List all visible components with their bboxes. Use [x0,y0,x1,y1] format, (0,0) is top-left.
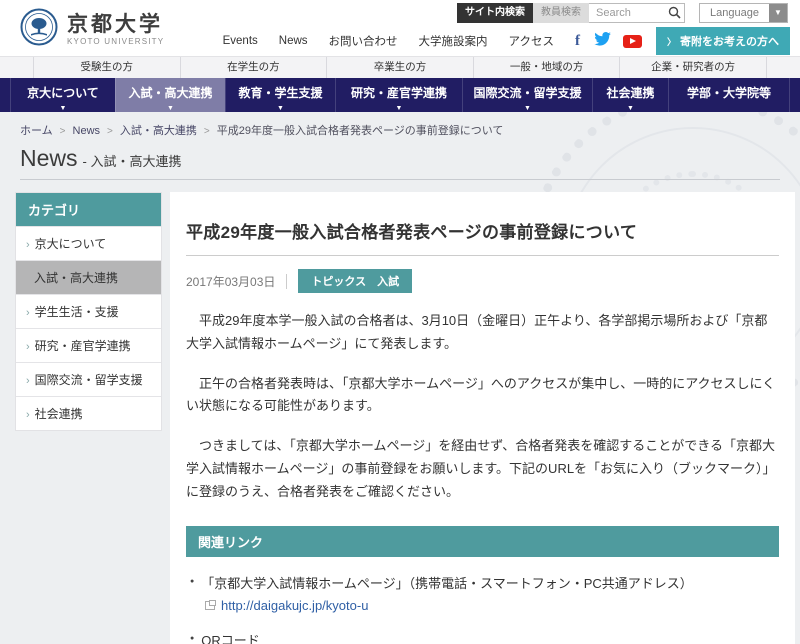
bullet-icon: ● [190,573,194,591]
audience-nav-alumni[interactable]: 卒業生の方 [326,57,473,78]
breadcrumb-home[interactable]: ホーム [20,125,53,137]
logo-en-text: KYOTO UNIVERSITY [67,37,164,46]
main-nav-admissions[interactable]: 入試・高大連携▼ [115,78,225,112]
angle-right-icon: › [26,307,30,319]
main-nav-about[interactable]: 京大について▼ [10,78,115,112]
language-label: Language [700,4,769,22]
article-date: 2017年03月03日 [186,273,275,290]
audience-nav-current-students[interactable]: 在学生の方 [180,57,327,78]
article-paragraph: 正午の合格者発表時は、「京都大学ホームページ」へのアクセスが集中し、一時的にアク… [186,373,779,419]
sidebar-item-about[interactable]: ›京大について [16,226,161,260]
chevron-down-icon: ▼ [11,105,115,112]
university-logo[interactable]: 京都大学 KYOTO UNIVERSITY [20,8,164,51]
angle-right-icon: › [26,409,30,421]
nav-link-facilities[interactable]: 大学施設案内 [419,33,488,49]
logo-jp-text: 京都大学 [67,13,164,37]
bullet-icon: ● [190,630,194,644]
sidebar-item-student-life[interactable]: ›学生生活・支援 [16,294,161,328]
chevron-down-icon: ▼ [336,105,462,112]
audience-nav-business[interactable]: 企業・研究者の方 [619,57,767,78]
qr-label-item: ● QRコード [190,630,779,644]
main-nav-faculties[interactable]: 学部・大学院等 [668,78,790,112]
chevron-down-icon: ▼ [226,105,335,112]
utility-nav: Events News お問い合わせ 大学施設案内 アクセス f 〉寄附をお考え… [223,29,790,53]
main-nav: 京大について▼ 入試・高大連携▼ 教育・学生支援▼ 研究・産官学連携▼ 国際交流… [0,78,800,112]
search-area: サイト内検索 教員検索 Language ▼ [457,3,788,23]
audience-nav-public[interactable]: 一般・地域の方 [473,57,620,78]
article-card: 平成29年度一般入試合格者発表ページの事前登録について 2017年03月03日 … [170,192,795,644]
breadcrumb-current: 平成29年度一般入試合格者発表ページの事前登録について [217,125,504,137]
related-link-item: ● 「京都大学入試情報ホームページ」（携帯電話・スマートフォン・PC共通アドレス… [190,573,779,592]
external-link-icon [205,601,215,610]
main-nav-research[interactable]: 研究・産官学連携▼ [335,78,462,112]
audience-nav: 受験生の方 在学生の方 卒業生の方 一般・地域の方 企業・研究者の方 [0,56,800,78]
page-title-sub: - 入試・高大連携 [83,154,182,169]
breadcrumb: ホーム>News>入試・高大連携>平成29年度一般入試合格者発表ページの事前登録… [0,112,800,143]
article-paragraph: 平成29年度本学一般入試の合格者は、3月10日（金曜日）正午より、各学部掲示場所… [186,310,779,356]
audience-nav-prospective[interactable]: 受験生の方 [33,57,180,78]
youtube-icon[interactable] [623,35,642,48]
page-title: News - 入試・高大連携 [20,145,780,180]
chevron-down-icon: ▼ [593,105,668,112]
article-paragraph: つきましては、「京都大学ホームページ」を経由せず、合格者発表を確認することができ… [186,435,779,503]
angle-right-icon: › [26,375,30,387]
chevron-down-icon: ▼ [769,4,787,22]
nav-link-contact[interactable]: お問い合わせ [329,33,398,49]
sidebar-item-admissions[interactable]: 入試・高大連携 [16,260,161,294]
category-sidebar: カテゴリ ›京大について 入試・高大連携 ›学生生活・支援 ›研究・産官学連携 … [15,192,162,431]
sidebar-item-research[interactable]: ›研究・産官学連携 [16,328,161,362]
breadcrumb-news[interactable]: News [73,125,101,137]
nav-link-events[interactable]: Events [223,35,258,47]
sidebar-item-international[interactable]: ›国際交流・留学支援 [16,362,161,396]
twitter-icon[interactable] [594,32,611,51]
main-nav-community[interactable]: 社会連携▼ [592,78,668,112]
page-title-main: News [20,145,78,171]
article-category-badge[interactable]: トピックス 入試 [298,269,412,293]
angle-right-icon: 〉 [667,37,676,47]
header: 京都大学 KYOTO UNIVERSITY サイト内検索 教員検索 Langua… [0,0,800,56]
donate-button[interactable]: 〉寄附をお考えの方へ [656,27,790,55]
search-icon[interactable] [668,6,681,24]
facebook-icon[interactable]: f [575,33,580,50]
sidebar-title: カテゴリ [16,193,161,226]
angle-right-icon: › [26,341,30,353]
language-select[interactable]: Language ▼ [699,3,788,23]
article-title: 平成29年度一般入試合格者発表ページの事前登録について [186,218,779,256]
main-nav-international[interactable]: 国際交流・留学支援▼ [462,78,592,112]
staff-search-tab[interactable]: 教員検索 [533,3,589,23]
sidebar-item-community[interactable]: ›社会連携 [16,396,161,430]
admissions-site-link[interactable]: http://daigakujc.jp/kyoto-u [221,598,368,613]
nav-link-access[interactable]: アクセス [509,33,554,49]
main-nav-education[interactable]: 教育・学生支援▼ [225,78,335,112]
chevron-down-icon: ▼ [116,105,225,112]
site-search-tab[interactable]: サイト内検索 [457,3,533,23]
related-links-heading: 関連リンク [186,526,779,557]
nav-link-news[interactable]: News [279,35,308,47]
university-emblem-icon [20,8,58,51]
breadcrumb-admissions[interactable]: 入試・高大連携 [120,125,197,137]
chevron-down-icon: ▼ [463,105,592,112]
angle-right-icon: › [26,239,30,251]
